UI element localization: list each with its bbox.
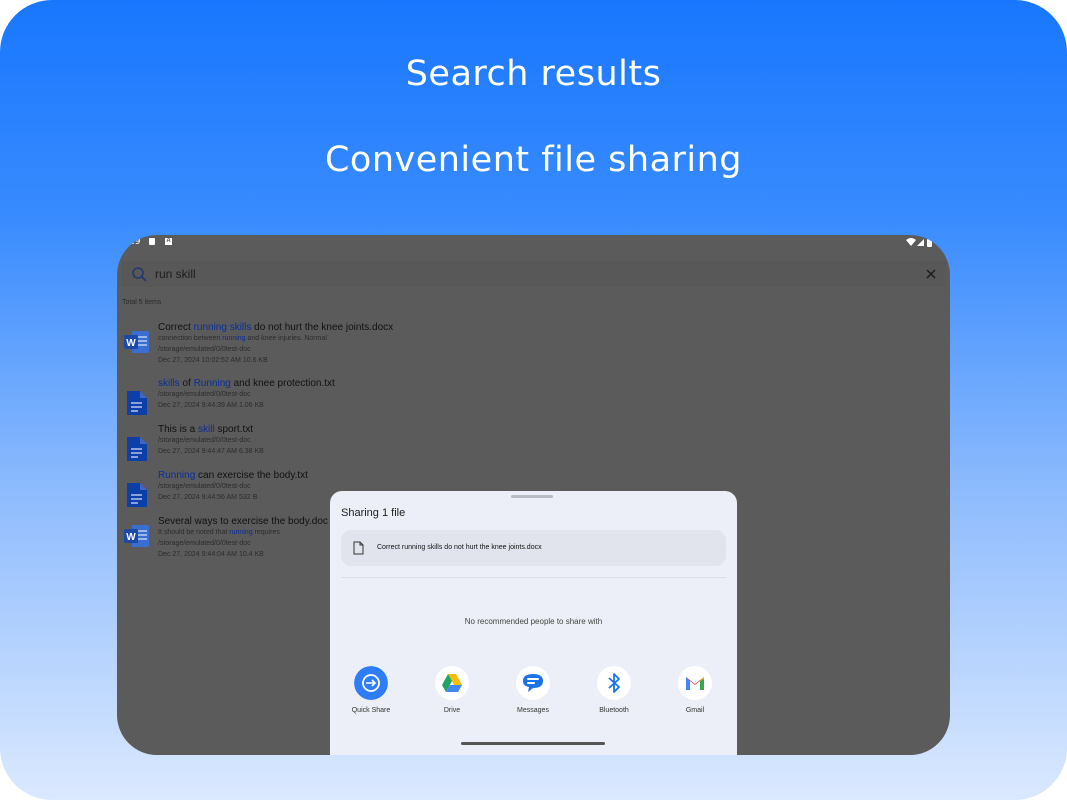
share-target-label: Bluetooth (599, 707, 629, 714)
result-title: This is a skill sport.txt (158, 424, 253, 435)
result-snippet: connection between running and knee inju… (158, 335, 327, 342)
no-recommendations-text: No recommended people to share with (464, 617, 603, 626)
share-target-label: Drive (443, 707, 461, 714)
battery-icon (927, 239, 932, 247)
share-target-bluetooth[interactable]: Bluetooth (584, 666, 644, 716)
svg-text:W: W (126, 338, 136, 349)
result-path: /storage/emulated/0/0test-doc (158, 391, 251, 398)
list-item[interactable]: This is a skill sport.txt/storage/emulat… (117, 424, 950, 468)
close-icon[interactable] (924, 267, 938, 281)
share-sheet-title: Sharing 1 file (341, 507, 406, 519)
match-highlight: Running (158, 470, 196, 481)
text-segment: connection between (158, 335, 223, 342)
gmail-icon (678, 666, 712, 700)
search-icon (132, 267, 147, 282)
result-title: Running can exercise the body.txt (158, 470, 308, 481)
text-file-icon (127, 437, 147, 461)
drive-icon (435, 666, 469, 700)
match-highlight: running (229, 529, 253, 536)
match-highlight: Running (193, 378, 231, 389)
result-meta: Dec 27, 2024 9:44:47 AM 6.38 KB (158, 448, 264, 455)
word-doc-icon: W (124, 525, 149, 547)
shared-file-chip: Correct running skills do not hurt the k… (341, 530, 726, 566)
share-target-label: Quick Share (351, 707, 391, 714)
match-highlight: skill (198, 424, 215, 435)
status-bar: 29 A (117, 235, 950, 249)
text-segment: It should be noted that (158, 529, 230, 536)
share-target-quick-share[interactable]: Quick Share (341, 666, 401, 716)
shared-file-name: Correct running skills do not hurt the k… (377, 544, 542, 551)
result-meta: Dec 27, 2024 10:02:52 AM 10.6 KB (158, 357, 268, 364)
result-path: /storage/emulated/0/0test-doc (158, 540, 251, 547)
search-input[interactable]: run skill (155, 267, 196, 281)
quick-share-icon (354, 666, 388, 700)
svg-text:W: W (126, 532, 136, 543)
wifi-signal-battery-icons (906, 238, 932, 247)
result-meta: Dec 27, 2024 9:44:39 AM 1.06 KB (158, 402, 264, 409)
text-segment: Correct (158, 322, 194, 333)
result-meta: Dec 27, 2024 9:44:56 AM 532 B (158, 494, 258, 501)
result-path: /storage/emulated/0/0test-doc (158, 346, 251, 353)
text-segment: and knee injuries. Normal (245, 335, 327, 342)
match-highlight: running skills (193, 322, 252, 333)
result-title: skills of Running and knee protection.tx… (158, 378, 335, 389)
text-segment: and knee protection.txt (230, 378, 335, 389)
promo-headline-search: Search results (405, 54, 662, 94)
results-count: Total 5 items (122, 299, 162, 306)
share-target-messages[interactable]: Messages (503, 666, 563, 716)
file-icon (353, 541, 364, 555)
signal-icon (917, 239, 924, 246)
divider (341, 577, 726, 578)
text-segment: sport.txt (214, 424, 254, 435)
share-sheet: Sharing 1 file Correct running skills do… (330, 491, 737, 755)
result-path: /storage/emulated/0/0test-doc (158, 437, 251, 444)
status-time: 29 (129, 237, 141, 247)
bluetooth-icon (597, 666, 631, 700)
result-title: Several ways to exercise the body.doc (158, 516, 328, 527)
text-file-icon (127, 391, 147, 415)
text-segment: This is a (158, 424, 199, 435)
text-file-icon (127, 483, 147, 507)
list-item[interactable]: skills of Running and knee protection.tx… (117, 378, 950, 422)
a-notification-icon: A (165, 238, 172, 245)
text-segment: requires (252, 529, 280, 536)
text-segment: of (179, 378, 194, 389)
text-segment: can exercise the body.txt (195, 470, 308, 481)
result-path: /storage/emulated/0/0test-doc (158, 483, 251, 490)
drag-handle[interactable] (511, 495, 553, 498)
share-target-label: Gmail (685, 707, 705, 714)
share-target-gmail[interactable]: Gmail (665, 666, 725, 716)
tablet-screen: 29 A run skill Total 5 items W Correct ru… (117, 235, 950, 755)
share-target-label: Messages (517, 707, 549, 714)
promo-headline-sharing: Convenient file sharing (324, 140, 743, 180)
text-segment: Several ways to exercise the body.doc (158, 516, 328, 527)
text-segment: do not hurt the knee joints.docx (251, 322, 394, 333)
gesture-nav-bar[interactable] (461, 742, 605, 745)
result-title: Correct running skills do not hurt the k… (158, 322, 393, 333)
sd-card-icon (149, 238, 155, 245)
share-target-drive[interactable]: Drive (422, 666, 482, 716)
result-meta: Dec 27, 2024 9:44:04 AM 10.4 KB (158, 551, 264, 558)
match-highlight: skills (158, 378, 180, 389)
match-highlight: running (222, 335, 246, 342)
messages-icon (516, 666, 550, 700)
search-bar[interactable]: run skill (121, 261, 946, 287)
word-doc-icon: W (124, 331, 149, 353)
result-snippet: It should be noted that running requires (158, 529, 280, 536)
list-item[interactable]: W Correct running skills do not hurt the … (117, 322, 950, 366)
wifi-icon (906, 238, 916, 246)
